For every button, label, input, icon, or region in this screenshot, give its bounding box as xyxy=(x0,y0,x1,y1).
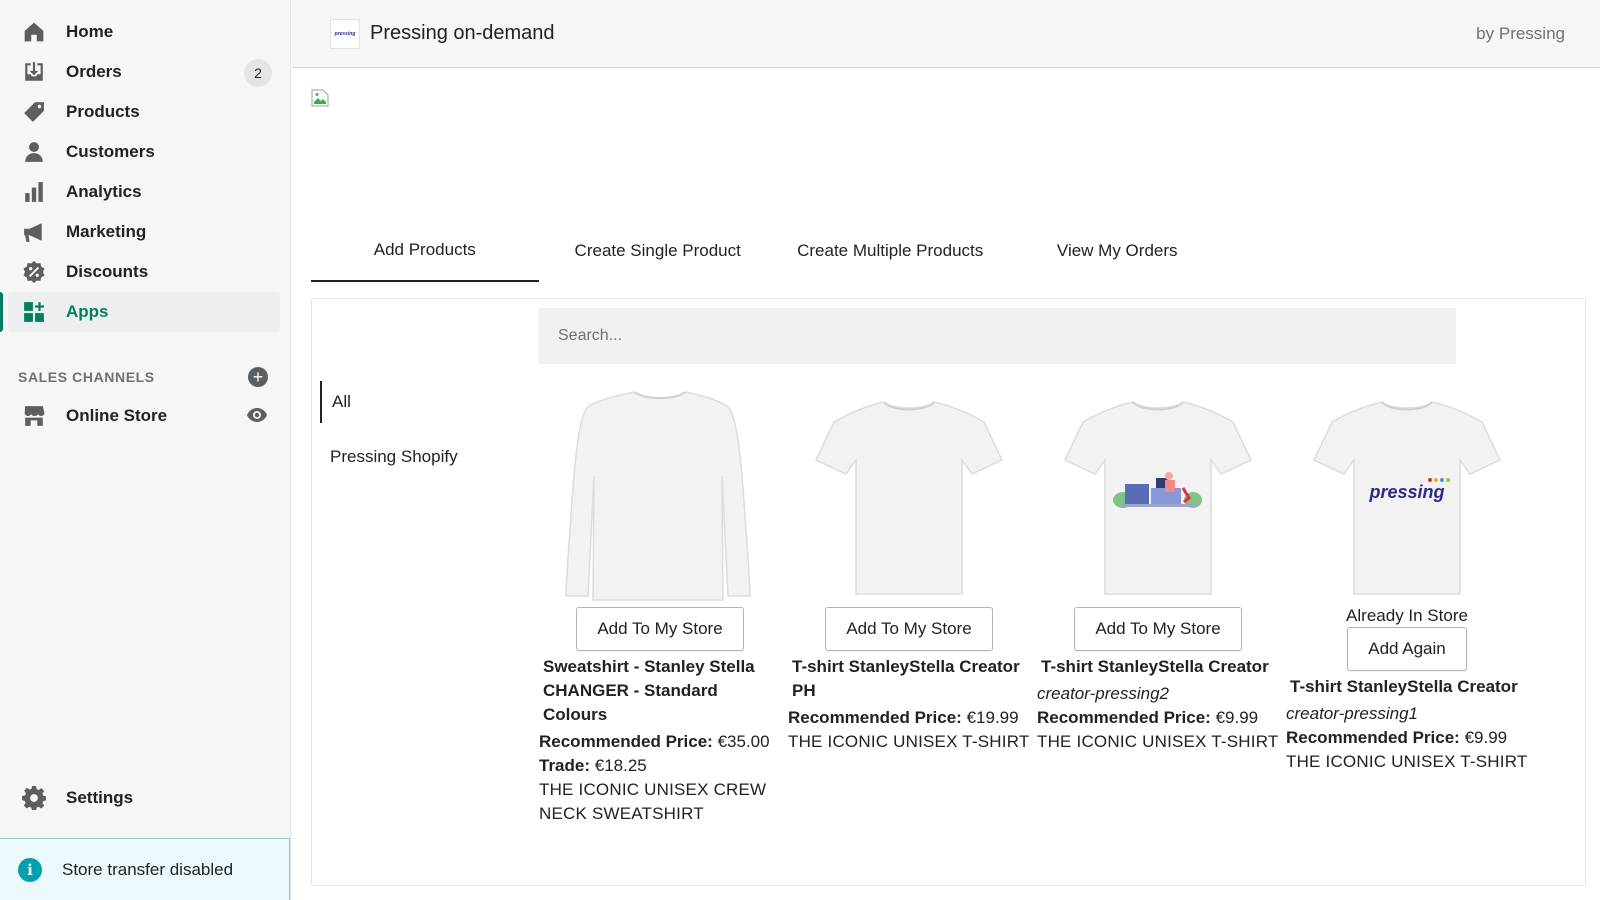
tshirt-illustration-image xyxy=(1037,385,1279,607)
sidebar-item-settings[interactable]: Settings xyxy=(8,778,281,818)
category-pressing-shopify[interactable]: Pressing Shopify xyxy=(320,445,458,469)
price-label: Recommended Price: xyxy=(539,732,713,751)
price-value: €35.00 xyxy=(717,732,770,751)
tab-add-products[interactable]: Add Products xyxy=(311,230,539,282)
product-card: pressing Already In Store Add Again T-sh… xyxy=(1286,385,1528,774)
store-icon xyxy=(22,404,46,428)
product-price: Recommended Price: €9.99 xyxy=(1037,706,1279,730)
add-sales-channel-icon[interactable]: + xyxy=(248,367,268,387)
sales-channels-header: SALES CHANNELS + xyxy=(18,366,268,388)
app-header: pressing Pressing on-demand by Pressing xyxy=(292,0,1600,68)
sidebar-item-analytics[interactable]: Analytics xyxy=(8,172,280,212)
gear-icon xyxy=(22,786,46,810)
tab-create-multiple-products[interactable]: Create Multiple Products xyxy=(777,230,1004,282)
category-all[interactable]: All xyxy=(320,381,351,423)
sidebar-item-products[interactable]: Products xyxy=(8,92,280,132)
add-to-store-button[interactable]: Add To My Store xyxy=(1074,607,1242,651)
price-label: Recommended Price: xyxy=(788,708,962,727)
settings-section: Settings xyxy=(0,778,291,818)
price-label: Recommended Price: xyxy=(1037,708,1211,727)
price-label: Recommended Price: xyxy=(1286,728,1460,747)
sidebar-item-apps[interactable]: Apps xyxy=(0,292,280,332)
product-sku: creator-pressing1 xyxy=(1286,704,1418,723)
developer-label: by Pressing xyxy=(1476,23,1565,43)
tshirt-image xyxy=(788,385,1030,607)
orders-icon xyxy=(22,60,46,84)
home-icon xyxy=(22,20,46,44)
sidebar-item-label: Apps xyxy=(66,302,109,321)
apps-icon xyxy=(22,300,46,324)
pressing-print-text: pressing xyxy=(1368,482,1444,502)
already-in-store-status: Already In Store xyxy=(1346,606,1468,625)
sidebar-item-customers[interactable]: Customers xyxy=(8,132,280,172)
product-description: THE ICONIC UNISEX CREW NECK SWEATSHIRT xyxy=(539,780,767,823)
product-price: Recommended Price: €35.00 xyxy=(539,730,781,754)
sidebar-item-label: Discounts xyxy=(66,262,149,281)
price-value: €19.99 xyxy=(966,708,1019,727)
product-price: Recommended Price: €9.99 xyxy=(1286,726,1528,750)
tag-icon xyxy=(22,100,46,124)
add-to-store-button[interactable]: Add To My Store xyxy=(576,607,744,651)
product-card: Add To My Store Sweatshirt - Stanley Ste… xyxy=(539,385,781,826)
tab-create-single-product[interactable]: Create Single Product xyxy=(539,230,777,282)
product-name: T-shirt StanleyStella Creator xyxy=(1290,677,1518,696)
megaphone-icon xyxy=(22,220,46,244)
product-price: Recommended Price: €19.99 xyxy=(788,706,1030,730)
sidebar: Home Orders 2 Products Customers Analyti… xyxy=(0,0,291,900)
sidebar-item-label: Orders xyxy=(66,62,122,81)
products-panel: All Pressing Shopify Add To My Store Swe… xyxy=(311,298,1586,886)
sidebar-item-label: Settings xyxy=(66,788,134,807)
add-to-store-button[interactable]: Add To My Store xyxy=(825,607,993,651)
sidebar-item-label: Marketing xyxy=(66,222,147,241)
product-name: T-shirt StanleyStella Creator PH xyxy=(792,657,1020,700)
sidebar-item-online-store[interactable]: Online Store xyxy=(8,396,280,436)
price-value: €9.99 xyxy=(1464,728,1508,747)
product-description: THE ICONIC UNISEX T-SHIRT xyxy=(1037,732,1279,751)
discount-icon xyxy=(22,260,46,284)
trade-label: Trade: xyxy=(539,756,591,775)
product-description: THE ICONIC UNISEX T-SHIRT xyxy=(788,732,1030,751)
online-store-label: Online Store xyxy=(66,406,168,425)
product-name: T-shirt StanleyStella Creator xyxy=(1041,657,1269,676)
sidebar-item-home[interactable]: Home xyxy=(8,12,280,52)
person-icon xyxy=(22,140,46,164)
sidebar-item-orders[interactable]: Orders 2 xyxy=(8,52,280,92)
sidebar-item-marketing[interactable]: Marketing xyxy=(8,212,280,252)
sidebar-item-label: Analytics xyxy=(66,182,142,201)
sales-channels-title: SALES CHANNELS xyxy=(18,369,155,385)
product-sku: creator-pressing2 xyxy=(1037,684,1169,703)
sidebar-item-discounts[interactable]: Discounts xyxy=(8,252,280,292)
tab-view-my-orders[interactable]: View My Orders xyxy=(1003,230,1231,282)
bar-chart-icon xyxy=(22,180,46,204)
eye-icon[interactable] xyxy=(246,406,268,429)
main-nav: Home Orders 2 Products Customers Analyti… xyxy=(0,0,290,332)
app-logo-text: pressing xyxy=(334,30,356,37)
app-name: Pressing on-demand xyxy=(370,22,555,44)
app-logo: pressing xyxy=(330,18,360,49)
sweatshirt-image xyxy=(539,385,781,607)
product-name: Sweatshirt - Stanley Stella CHANGER - St… xyxy=(543,657,755,724)
sidebar-item-label: Products xyxy=(66,102,140,121)
add-again-button[interactable]: Add Again xyxy=(1347,627,1467,671)
sidebar-item-label: Customers xyxy=(66,142,155,161)
search-input[interactable] xyxy=(538,308,1456,364)
product-card: Add To My Store T-shirt StanleyStella Cr… xyxy=(1037,385,1279,754)
sidebar-item-label: Home xyxy=(66,22,114,41)
store-transfer-text: Store transfer disabled xyxy=(62,859,234,879)
tshirt-logo-image: pressing xyxy=(1286,385,1528,607)
app-tabs: Add Products Create Single Product Creat… xyxy=(311,230,1231,282)
trade-value: €18.25 xyxy=(594,756,647,775)
orders-count-badge: 2 xyxy=(244,59,272,87)
store-transfer-notice: i Store transfer disabled xyxy=(0,838,290,900)
product-trade-price: Trade: €18.25 xyxy=(539,754,781,778)
product-description: THE ICONIC UNISEX T-SHIRT xyxy=(1286,752,1528,771)
price-value: €9.99 xyxy=(1215,708,1259,727)
info-icon: i xyxy=(18,857,42,882)
product-card: Add To My Store T-shirt StanleyStella Cr… xyxy=(788,385,1030,754)
broken-image-icon xyxy=(311,89,329,107)
